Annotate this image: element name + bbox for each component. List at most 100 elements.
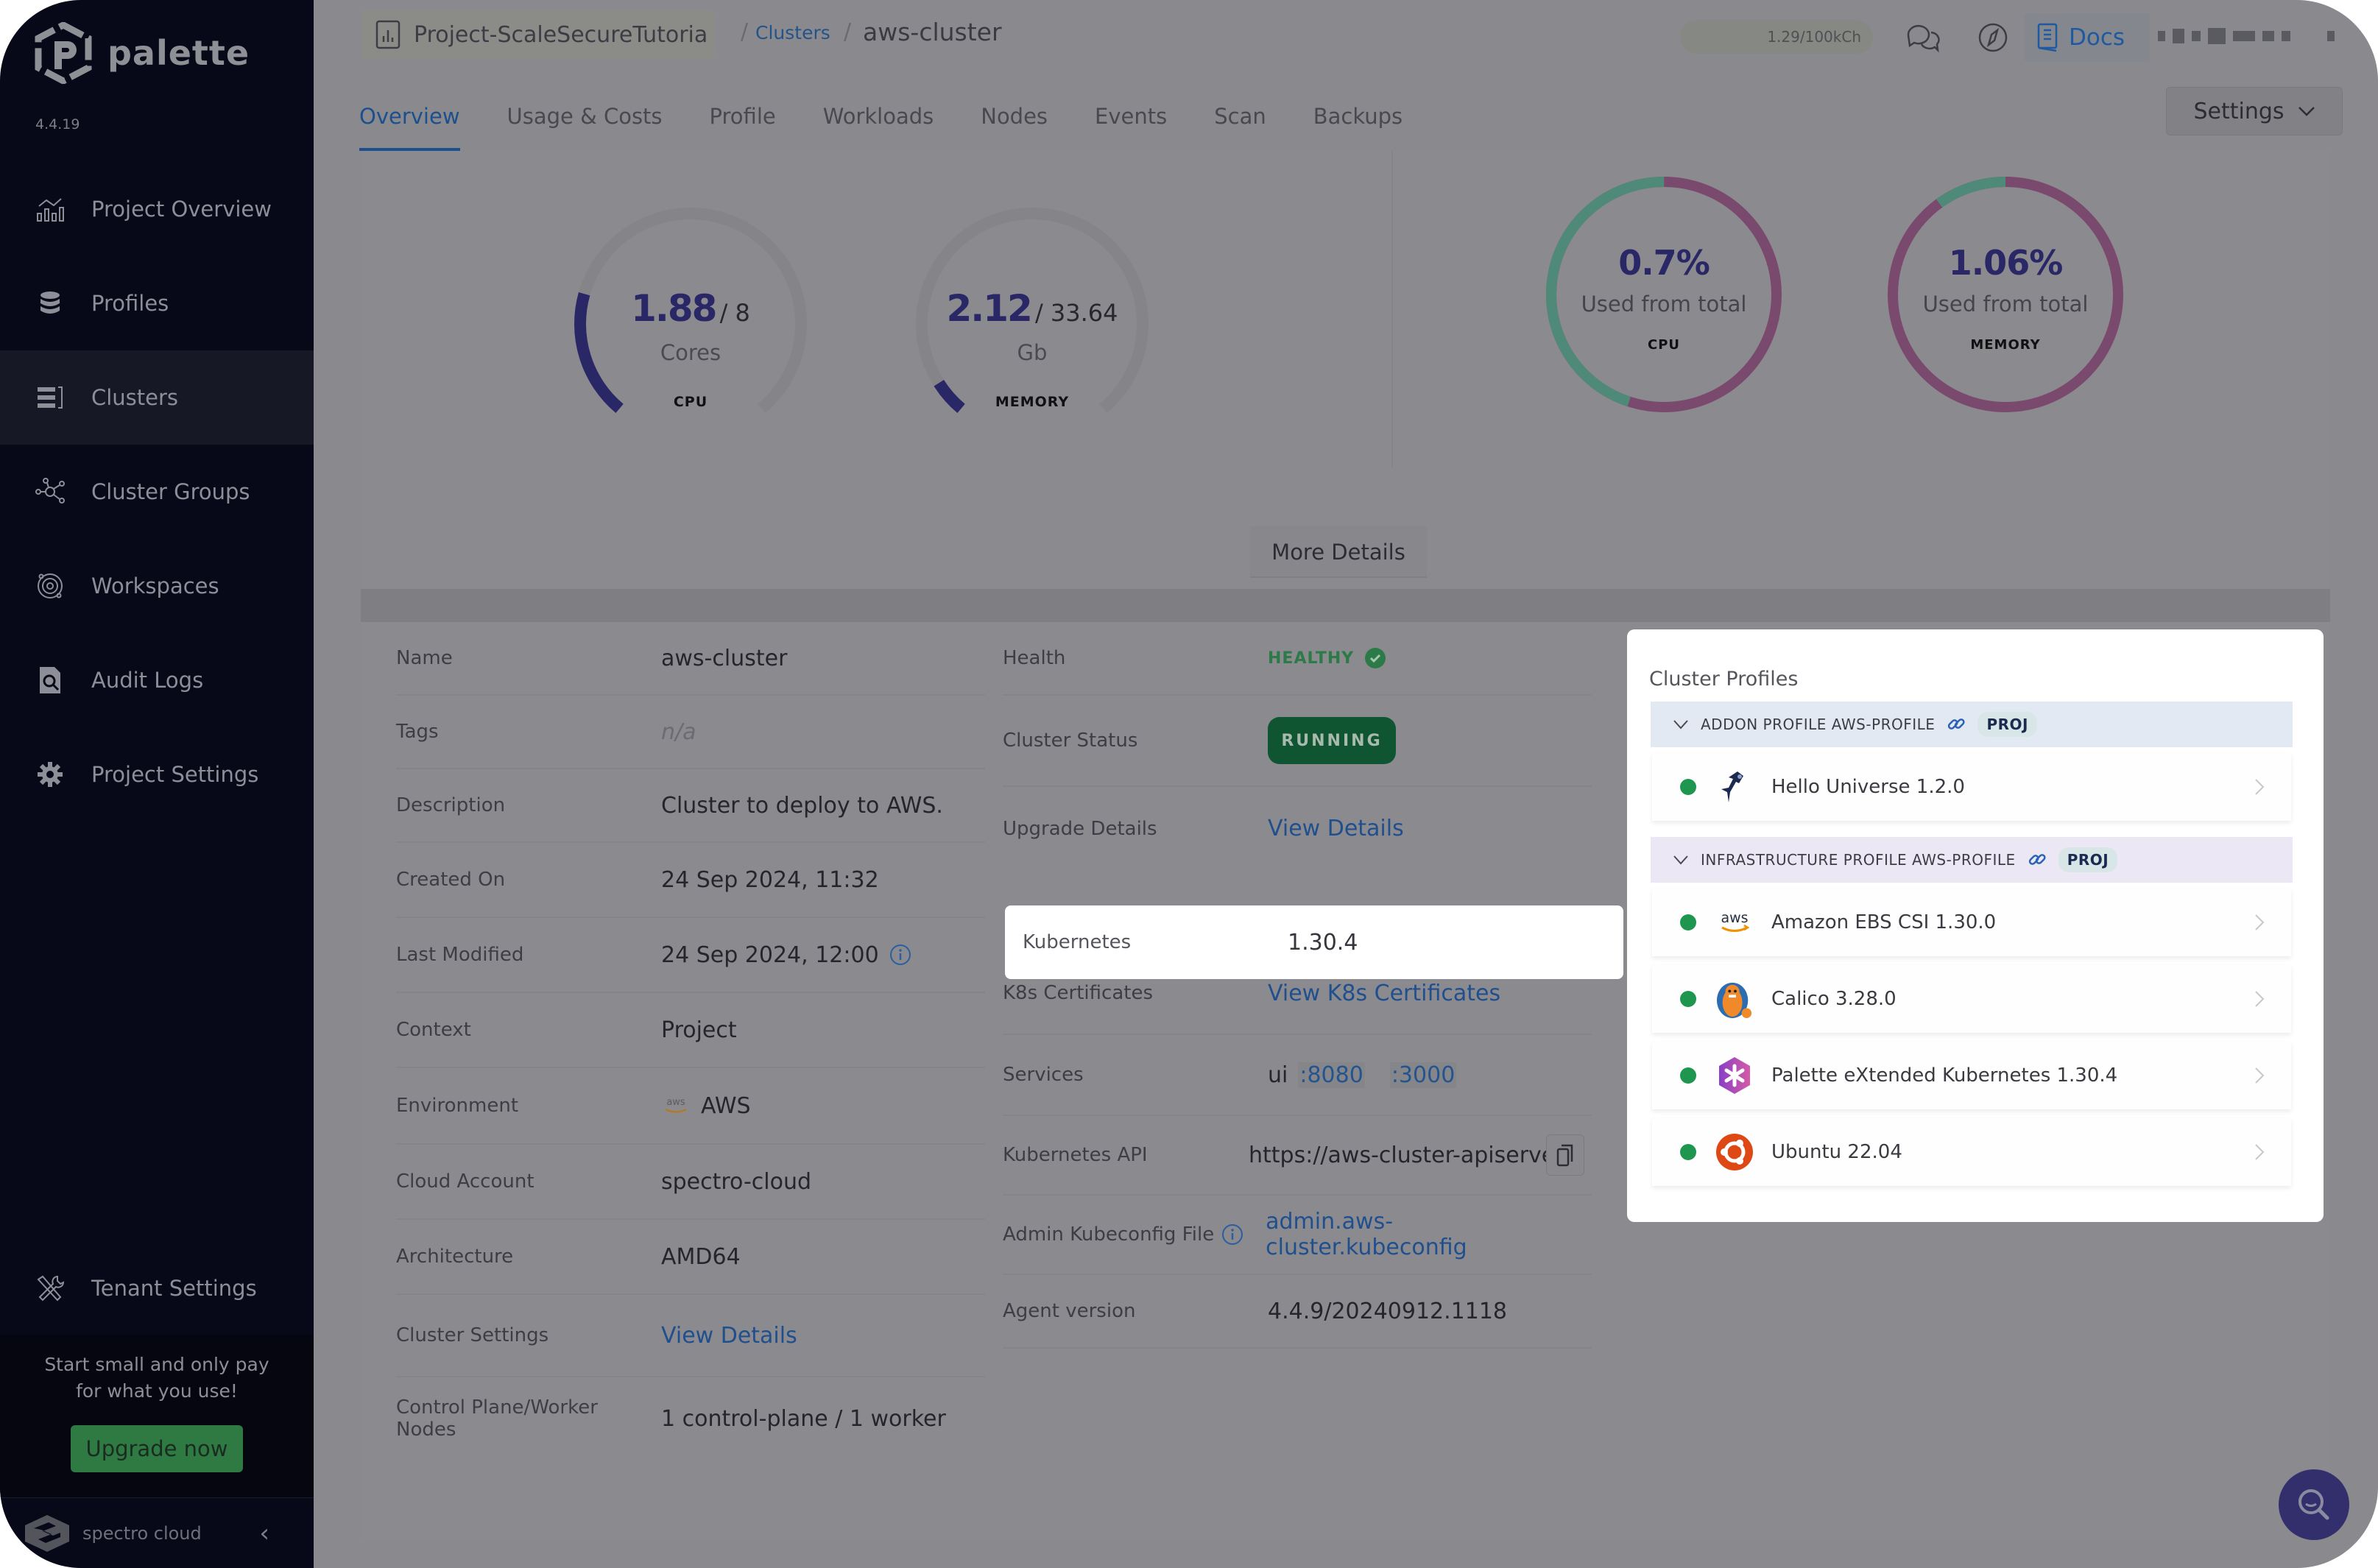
status-badge: RUNNING xyxy=(1268,717,1396,764)
profile-layer[interactable]: Calico 3.28.0 xyxy=(1652,965,2291,1033)
detail-value-text: View Details xyxy=(661,1322,797,1349)
detail-value-text: 24 Sep 2024, 12:00 xyxy=(661,942,879,968)
sidebar-item-label: Clusters xyxy=(91,385,179,410)
profile-layer[interactable]: aws Amazon EBS CSI 1.30.0 xyxy=(1652,889,2291,956)
chevron-right-icon xyxy=(2255,1144,2265,1160)
profile-group-name: ADDON PROFILE AWS-PROFILE xyxy=(1701,716,1936,733)
detail-label: Context xyxy=(396,1019,471,1041)
project-selector[interactable]: Project-ScaleSecureTutoria xyxy=(361,10,714,59)
detail-row-cloud-account: Cloud Account spectro-cloud xyxy=(396,1145,985,1220)
usage-card: 1.88 / 8 Cores CPU 2.12 / 33.64 Gb MEMOR… xyxy=(361,151,2330,589)
chevron-right-icon xyxy=(2255,914,2265,930)
upgrade-details-link[interactable]: View Details xyxy=(1268,816,1404,841)
kubernetes-version: 1.30.4 xyxy=(1288,929,1358,956)
view-details-link[interactable]: View Details xyxy=(661,1323,797,1349)
chat-icon[interactable] xyxy=(1904,19,1941,56)
detail-row-context: Context Project xyxy=(396,993,985,1068)
book-icon xyxy=(2037,23,2058,52)
profile-group-header[interactable]: ADDON PROFILE AWS-PROFILE PROJ xyxy=(1651,702,2293,747)
tab-backups[interactable]: Backups xyxy=(1290,81,1426,151)
palette-logo-icon xyxy=(35,22,92,84)
detail-value: 4.4.9/20240912.1118 xyxy=(1268,1298,1508,1324)
service-port-link[interactable]: :8080 xyxy=(1298,1062,1365,1088)
sidebar-item-audit-logs[interactable]: Audit Logs xyxy=(0,633,314,727)
scope-badge: PROJ xyxy=(1977,712,2037,737)
gauge-label: CPU xyxy=(673,394,708,410)
profile-layer[interactable]: Ubuntu 22.04 xyxy=(1652,1118,2291,1186)
settings-dropdown[interactable]: Settings xyxy=(2166,87,2343,135)
docs-button[interactable]: Docs xyxy=(2025,13,2150,62)
profile-layer[interactable]: Palette eXtended Kubernetes 1.30.4 xyxy=(1652,1042,2291,1109)
sidebar-item-profiles[interactable]: Profiles xyxy=(0,256,314,350)
compass-icon[interactable] xyxy=(1975,19,2011,56)
chevron-right-icon xyxy=(2255,779,2265,795)
breadcrumb-clusters[interactable]: Clusters xyxy=(755,22,830,43)
tab-workloads[interactable]: Workloads xyxy=(800,81,958,151)
detail-value-text: 24 Sep 2024, 11:32 xyxy=(661,866,879,893)
svg-text:aws: aws xyxy=(666,1097,685,1108)
profile-group-header[interactable]: INFRASTRUCTURE PROFILE AWS-PROFILE PROJ xyxy=(1651,837,2293,883)
sidebar-item-cluster-groups[interactable]: Cluster Groups xyxy=(0,445,314,539)
detail-value-text: AWS xyxy=(701,1092,751,1119)
status-dot xyxy=(1680,991,1696,1007)
detail-row-kubernetes: Kubernetes 1.30.4 xyxy=(1005,905,1623,979)
detail-value-text: 1 control-plane / 1 worker xyxy=(661,1405,946,1432)
workspace-icon xyxy=(35,571,65,601)
tab-overview[interactable]: Overview xyxy=(359,81,484,151)
detail-label: Tags xyxy=(396,721,439,743)
profile-layer[interactable]: Hello Universe 1.2.0 xyxy=(1652,753,2291,821)
detail-row-description: Description Cluster to deploy to AWS. xyxy=(396,769,985,843)
health-status: HEALTHY xyxy=(1268,649,1355,668)
logo[interactable]: palette xyxy=(32,22,250,84)
topbar: Project-ScaleSecureTutoria / Clusters / … xyxy=(314,0,2378,74)
kubeconfig-download-link[interactable]: admin.aws-cluster.kubeconfig xyxy=(1266,1209,1592,1260)
sidebar-item-workspaces[interactable]: Workspaces xyxy=(0,539,314,633)
layer-name: Amazon EBS CSI 1.30.0 xyxy=(1771,911,1997,933)
cpu-total-donut: 0.7% Used from total CPU xyxy=(1539,169,1789,420)
detail-label: Services xyxy=(1003,1064,1084,1086)
tab-events[interactable]: Events xyxy=(1071,81,1190,151)
tab-profile[interactable]: Profile xyxy=(686,81,800,151)
detail-value: 1 control-plane / 1 worker xyxy=(661,1406,946,1432)
detail-row-cluster-status: Cluster Status RUNNING xyxy=(1003,696,1592,787)
sidebar-item-clusters[interactable]: Clusters xyxy=(0,350,314,445)
collapse-sidebar-icon[interactable]: ‹ xyxy=(259,1519,269,1548)
link-icon[interactable] xyxy=(2028,850,2047,869)
detail-value: RUNNING xyxy=(1268,717,1396,764)
details-right-column: Health HEALTHY Cluster Status RUNNING Up… xyxy=(1003,622,1592,1349)
info-icon[interactable] xyxy=(889,944,911,966)
sidebar-item-project-overview[interactable]: Project Overview xyxy=(0,162,314,256)
sidebar-item-project-settings[interactable]: Project Settings xyxy=(0,727,314,822)
detail-value: 24 Sep 2024, 11:32 xyxy=(661,867,879,893)
sidebar-item-tenant-settings[interactable]: Tenant Settings xyxy=(0,1241,314,1335)
upgrade-now-button[interactable]: Upgrade now xyxy=(71,1425,243,1472)
donut-percent: 0.7% xyxy=(1618,243,1710,283)
more-details-button[interactable]: More Details xyxy=(1250,526,1427,578)
detail-label: Last Modified xyxy=(396,944,524,966)
detail-row-services: Services ui :8080 :3000 xyxy=(1003,1035,1592,1116)
details-left-column: Name aws-cluster Tags n/a Description Cluster… xyxy=(396,622,985,1460)
credits-usage[interactable]: 1.29/100kCh xyxy=(1680,20,1873,54)
detail-row-created-on: Created On 24 Sep 2024, 11:32 xyxy=(396,843,985,918)
tab-usage-costs[interactable]: Usage & Costs xyxy=(484,81,686,151)
tab-nodes[interactable]: Nodes xyxy=(957,81,1071,151)
copy-button[interactable] xyxy=(1546,1134,1584,1176)
chevron-down-icon xyxy=(1673,855,1688,865)
upgrade-promo: Start small and only pay for what you us… xyxy=(0,1335,314,1497)
detail-label: Control Plane/Worker Nodes xyxy=(396,1396,598,1441)
detail-value-text: spectro-cloud xyxy=(661,1168,812,1195)
detail-value: 24 Sep 2024, 12:00 xyxy=(661,942,911,968)
link-icon[interactable] xyxy=(1947,715,1966,734)
audit-log-icon xyxy=(35,665,65,695)
k8s-certificates-link[interactable]: View K8s Certificates xyxy=(1268,981,1500,1006)
search-help-button[interactable] xyxy=(2279,1469,2349,1540)
donut-subtitle: Used from total xyxy=(1922,292,2089,317)
detail-label: Kubernetes API xyxy=(1003,1144,1148,1166)
service-port-link[interactable]: :3000 xyxy=(1389,1062,1457,1088)
detail-value-text: n/a xyxy=(661,718,696,745)
user-menu[interactable] xyxy=(2158,28,2349,44)
gauge-unit: Gb xyxy=(1017,340,1048,365)
tab-scan[interactable]: Scan xyxy=(1190,81,1290,151)
breadcrumb-current: aws-cluster xyxy=(863,18,1002,46)
info-icon[interactable] xyxy=(1221,1223,1243,1246)
